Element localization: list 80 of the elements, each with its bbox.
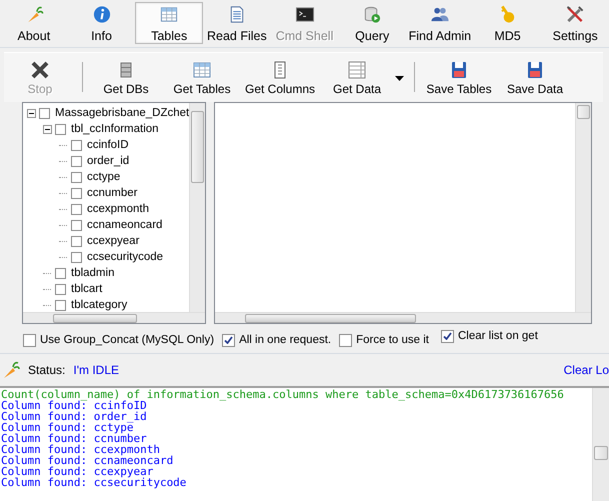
menu-tab[interactable]: Read Files — [203, 2, 271, 44]
tree-item[interactable]: cctype — [86, 171, 122, 183]
tree-item[interactable]: tblcart — [70, 283, 104, 295]
tree-item[interactable]: ccexpmonth — [86, 203, 150, 215]
tree-item[interactable]: tblcategory — [70, 299, 128, 311]
tree-checkbox[interactable] — [71, 220, 82, 230]
checkbox[interactable] — [441, 330, 454, 342]
log-line: Column found: ccnumber — [1, 433, 147, 444]
tree-item[interactable]: order_id — [86, 155, 130, 167]
checkbox-label[interactable]: All in one request. — [239, 334, 332, 346]
log-line: Column found: ccexpmonth — [1, 444, 160, 455]
tree-checkbox[interactable] — [71, 236, 82, 246]
tree-checkbox[interactable] — [71, 172, 82, 182]
expander-icon[interactable] — [43, 124, 52, 134]
menu-tab[interactable]: Info — [68, 2, 136, 44]
toolbar-button[interactable]: Get Data — [319, 60, 395, 98]
menu-tab[interactable]: Query — [338, 2, 406, 44]
log-line: Column found: order_id — [1, 411, 148, 422]
tools-icon — [565, 5, 586, 24]
tree-checkbox[interactable] — [55, 300, 66, 310]
horizontal-scrollbar[interactable] — [23, 312, 205, 323]
checkbox-label[interactable]: Clear list on get — [458, 330, 538, 342]
tree-item[interactable]: ccexpyear — [86, 235, 140, 247]
database-play-icon — [362, 5, 382, 24]
data-sheet-icon — [347, 60, 367, 80]
menu-tab[interactable]: Settings — [541, 2, 609, 44]
tree-checkbox[interactable] — [71, 204, 82, 214]
terminal-icon — [294, 5, 315, 24]
vertical-scrollbar[interactable] — [575, 103, 591, 312]
log-line: Column found: ccinfoID — [1, 400, 148, 411]
tree-checkbox[interactable] — [55, 124, 66, 134]
menu-tab[interactable]: Tables — [135, 2, 204, 44]
tree-item[interactable]: tbladmin — [70, 267, 116, 279]
menu-tab[interactable]: Find Admin — [406, 2, 474, 44]
info-icon — [92, 5, 112, 24]
tree-item[interactable]: ccinfoID — [86, 139, 130, 151]
tree-item[interactable]: ccsecuritycode — [86, 251, 164, 263]
toolbar-button[interactable]: Get Columns — [241, 60, 319, 98]
tree-checkbox[interactable] — [71, 252, 82, 262]
checkbox[interactable] — [339, 334, 352, 346]
users-icon — [430, 5, 450, 24]
tree-checkbox[interactable] — [39, 108, 50, 118]
log-line: Count(column_name) of information_schema.columns where table_schema=0x4D6173736167656 — [1, 389, 565, 400]
toolbar-button[interactable]: Get DBs — [89, 60, 163, 98]
tree-checkbox[interactable] — [55, 268, 66, 278]
log-line: Column found: ccexpyear — [1, 466, 154, 477]
dropdown-button[interactable] — [395, 76, 404, 81]
vertical-scrollbar[interactable] — [592, 388, 609, 501]
checkbox-label[interactable]: Use Group_Concat (MySQL Only) — [40, 334, 214, 346]
check-icon — [224, 336, 234, 344]
toolbar-button[interactable]: Save Data — [497, 60, 573, 98]
checkbox[interactable] — [222, 334, 236, 346]
tree-checkbox[interactable] — [71, 188, 82, 198]
status-value: I'm IDLE — [73, 363, 119, 377]
log-line: Column found: cctype — [1, 422, 134, 433]
check-icon — [443, 332, 452, 340]
vertical-scrollbar[interactable] — [189, 103, 205, 312]
toolbar-button[interactable]: Get Tables — [163, 60, 241, 98]
toolbar-button[interactable]: Save Tables — [421, 60, 497, 98]
log-line: Column found: ccnameoncard — [1, 455, 174, 466]
horizontal-scrollbar[interactable] — [215, 312, 591, 323]
tree-item[interactable]: ccnameoncard — [86, 219, 164, 231]
log-line: Column found: ccsecuritycode — [1, 477, 188, 488]
tree-item[interactable]: tbl_ccInformation — [70, 123, 160, 135]
expander-icon[interactable] — [27, 108, 36, 118]
menu-tab[interactable]: About — [0, 2, 68, 44]
stop-x-icon — [30, 60, 50, 80]
checkbox-label[interactable]: Force to use it — [356, 334, 429, 346]
table-icon — [159, 5, 180, 24]
checkbox[interactable] — [23, 334, 36, 346]
tree-checkbox[interactable] — [71, 156, 82, 166]
tree-checkbox[interactable] — [71, 140, 82, 150]
tree-item[interactable]: ccnumber — [86, 187, 138, 199]
table-icon — [192, 60, 212, 80]
tree-item[interactable]: Massagebrisbane_DZchet — [54, 107, 189, 119]
tree-checkbox[interactable] — [55, 284, 66, 294]
status-label: Status: — [28, 363, 66, 377]
menu-tab[interactable]: MD5 — [474, 2, 542, 44]
clear-log-link[interactable]: Clear Lo — [564, 363, 609, 377]
caret-icon — [395, 76, 404, 81]
